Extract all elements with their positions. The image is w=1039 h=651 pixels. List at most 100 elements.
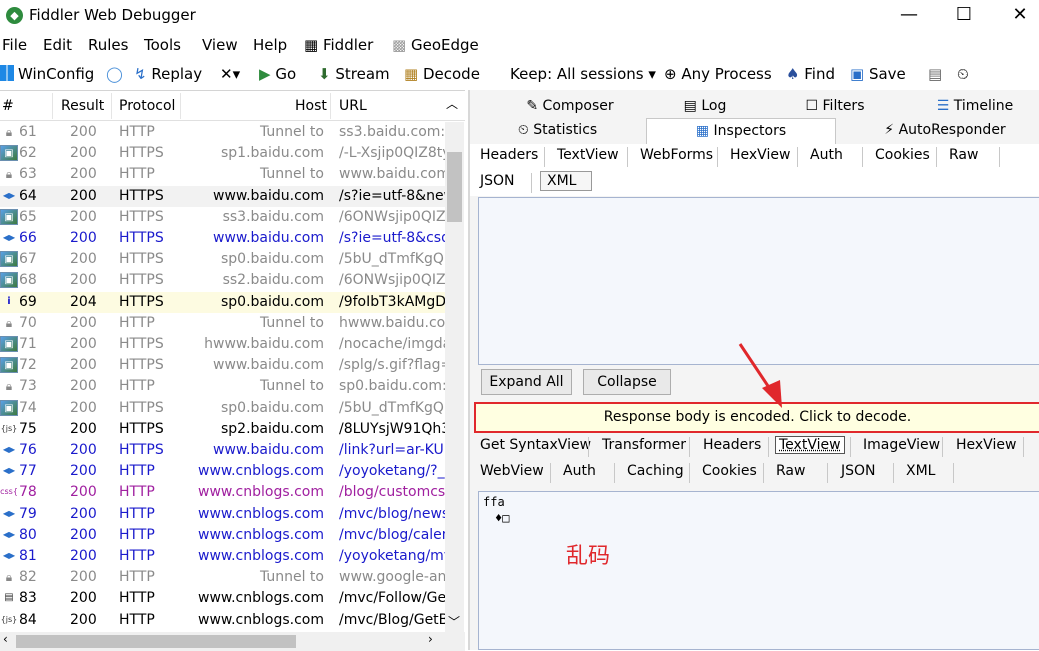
horizontal-scrollbar[interactable]: ‹ › bbox=[0, 632, 465, 651]
session-row[interactable]: 🔒︎ 61 200 HTTP Tunnel to ss3.baidu.com:443 bbox=[0, 122, 445, 143]
column-divider[interactable] bbox=[180, 93, 181, 119]
session-row[interactable]: ▤ 83 200 HTTP www.cnblogs.com/mvc/Follow/Get… bbox=[0, 588, 445, 609]
req-tab-cookies[interactable]: Cookies bbox=[875, 147, 930, 163]
session-row[interactable]: ▣67 200 HTTPS sp0.baidu.com/5bU_dTmfKgQFm2e… bbox=[0, 249, 445, 270]
resp-tab-imageview[interactable]: ImageView bbox=[863, 437, 940, 453]
vertical-scrollbar[interactable]: ﹀ bbox=[445, 122, 464, 632]
session-row[interactable]: 🔒︎ 63 200 HTTP Tunnel to www.baidu.com:443 bbox=[0, 164, 445, 185]
req-tab-json[interactable]: JSON bbox=[480, 173, 515, 189]
menu-fiddler[interactable]: ▦ Fiddler bbox=[304, 36, 373, 54]
req-tab-hexview[interactable]: HexView bbox=[730, 147, 790, 163]
session-row[interactable]: ▣ 72 200 HTTPS www.baidu.com/splg/s.gif?flag… bbox=[0, 355, 445, 376]
session-row[interactable]: ◀▶ 77 200 HTTP www.cnblogs.com/yoyoketang/?_… bbox=[0, 461, 445, 482]
arrows-icon: ◀▶ bbox=[2, 551, 16, 560]
scroll-down-icon[interactable]: ﹀ bbox=[448, 613, 460, 630]
tab-log[interactable]: ▤ Log bbox=[650, 94, 760, 118]
col-protocol-header[interactable]: Protocol bbox=[119, 98, 175, 114]
save-button[interactable]: ▣ Save bbox=[850, 65, 906, 83]
remove-button[interactable]: ✕▾ bbox=[220, 65, 240, 83]
any-process-button[interactable]: ⊕ Any Process bbox=[664, 65, 772, 83]
comment-icon[interactable]: ◯ bbox=[106, 65, 123, 83]
resp-tab-headers[interactable]: Headers bbox=[703, 437, 761, 453]
menu-edit[interactable]: Edit bbox=[43, 36, 72, 54]
resp-tab-webview[interactable]: WebView bbox=[480, 463, 544, 479]
menu-rules[interactable]: Rules bbox=[88, 36, 128, 54]
session-row[interactable]: ▣74 200 HTTPS sp0.baidu.com/5bU_dTmfKgQFm2e… bbox=[0, 398, 445, 419]
stream-button[interactable]: ⬇ Stream bbox=[318, 65, 390, 83]
session-row[interactable]: {js} 84 200 HTTP www.cnblogs.com/mvc/Blog/Ge… bbox=[0, 610, 445, 631]
resp-tab-auth[interactable]: Auth bbox=[563, 463, 596, 479]
session-row[interactable]: i 69 204 HTTPS sp0.baidu.com/9foIbT3kAMgDnd bbox=[0, 291, 445, 313]
col-number-header[interactable]: # bbox=[2, 98, 14, 114]
tab-autoresponder[interactable]: ⚡ AutoResponder bbox=[850, 118, 1039, 142]
close-button[interactable]: ✕ bbox=[1005, 4, 1035, 26]
session-row[interactable]: 🔒︎ 70 200 HTTP Tunnel to hwww.baidu.com:443 bbox=[0, 313, 445, 334]
keep-sessions-dropdown[interactable]: Keep: All sessions ▾ bbox=[510, 65, 656, 83]
menu-geoedge[interactable]: ▩ GeoEdge bbox=[392, 36, 479, 54]
resp-tab-transformer[interactable]: Transformer bbox=[602, 437, 686, 453]
session-row[interactable]: ▣65 200 HTTPS ss3.baidu.com/6ONWsjip0QIZ8ty… bbox=[0, 207, 445, 228]
menu-file[interactable]: File bbox=[2, 36, 27, 54]
session-row[interactable]: ▣62 200 HTTPS sp1.baidu.com /-L-Xsjip0QIZ8ty… bbox=[0, 143, 445, 164]
collapse-button[interactable]: Collapse bbox=[583, 369, 671, 395]
tab-timeline[interactable]: ☰ Timeline bbox=[910, 94, 1039, 118]
column-divider[interactable] bbox=[111, 93, 112, 119]
menu-view[interactable]: View bbox=[202, 36, 238, 54]
tab-statistics[interactable]: ⏲ Statistics bbox=[470, 118, 645, 142]
horizontal-scroll-thumb[interactable] bbox=[16, 635, 296, 648]
scroll-up-icon[interactable]: ︿ bbox=[446, 95, 458, 112]
resp-tab-json[interactable]: JSON bbox=[841, 463, 876, 479]
resp-tab-textview[interactable]: TextView bbox=[775, 436, 845, 454]
expand-all-button[interactable]: Expand All bbox=[481, 369, 572, 395]
session-row[interactable]: ◀▶ 80 200 HTTP www.cnblogs.com/mvc/blog/cale… bbox=[0, 525, 445, 546]
session-row[interactable]: {js}75 200 HTTPS sp2.baidu.com/8LUYsjW91Qh3… bbox=[0, 419, 445, 440]
screenshot-icon[interactable]: ▤ bbox=[928, 65, 942, 83]
resp-tab-caching[interactable]: Caching bbox=[627, 463, 684, 479]
resp-tab-get-syntaxview[interactable]: Get SyntaxView bbox=[480, 437, 591, 453]
scroll-right-icon[interactable]: › bbox=[428, 632, 433, 646]
find-label: Find bbox=[804, 65, 835, 83]
session-row[interactable]: ▣68 200 HTTPS ss2.baidu.com/6ONWsjip0QIZ8ty… bbox=[0, 270, 445, 291]
session-row[interactable]: 🔒︎ 73 200 HTTP Tunnel to sp0.baidu.com:443 bbox=[0, 376, 445, 397]
req-tab-xml[interactable]: XML bbox=[540, 171, 592, 191]
session-row[interactable]: 🔒︎ 82 200 HTTP Tunnel to www.google-ana bbox=[0, 567, 445, 588]
session-row[interactable]: ◀▶64 200 HTTPS www.baidu.com/s?ie=utf-8&new… bbox=[0, 185, 445, 207]
tab-filters[interactable]: ☐ Filters bbox=[770, 94, 900, 118]
session-row[interactable]: ◀▶79 200 HTTP www.cnblogs.com/mvc/blog/news… bbox=[0, 504, 445, 525]
maximize-button[interactable]: ☐ bbox=[949, 4, 979, 26]
response-textview[interactable]: ffa ♦□ bbox=[478, 491, 1039, 650]
req-tab-auth[interactable]: Auth bbox=[810, 147, 843, 163]
vertical-scroll-thumb[interactable] bbox=[447, 152, 462, 222]
req-tab-headers[interactable]: Headers bbox=[480, 147, 538, 163]
req-tab-textview[interactable]: TextView bbox=[557, 147, 619, 163]
session-row[interactable]: css{78 200 HTTP www.cnblogs.com/blog/custom… bbox=[0, 482, 445, 503]
resp-tab-xml[interactable]: XML bbox=[906, 463, 935, 479]
col-result-header[interactable]: Result bbox=[61, 98, 104, 114]
session-protocol: HTTP bbox=[119, 569, 155, 586]
session-row[interactable]: ◀▶66 200 HTTPS www.baidu.com/s?ie=utf-8&csq… bbox=[0, 228, 445, 249]
session-row[interactable]: ▣71 200 HTTPS hwww.baidu.com/nocache/imgdat… bbox=[0, 334, 445, 355]
menu-tools[interactable]: Tools bbox=[144, 36, 181, 54]
scroll-left-icon[interactable]: ‹ bbox=[3, 632, 8, 646]
session-row[interactable]: ◀▶81 200 HTTP www.cnblogs.com/yoyoketang/mv… bbox=[0, 546, 445, 567]
replay-button[interactable]: ↯ Replay bbox=[134, 65, 202, 83]
find-button[interactable]: ♠ Find bbox=[786, 65, 835, 83]
decode-button[interactable]: ▦ Decode bbox=[404, 65, 480, 83]
resp-tab-hexview[interactable]: HexView bbox=[956, 437, 1016, 453]
session-row[interactable]: ◀▶ 76 200 HTTPS www.baidu.com/link?url=ar-KU… bbox=[0, 440, 445, 461]
tab-composer[interactable]: ✎ Composer bbox=[500, 94, 640, 118]
timer-icon[interactable]: ⏲ bbox=[957, 65, 969, 83]
col-host-header[interactable]: Host bbox=[295, 98, 327, 114]
column-divider[interactable] bbox=[52, 93, 53, 119]
winconfig-button[interactable]: WinConfig bbox=[0, 65, 94, 83]
menu-help[interactable]: Help bbox=[253, 36, 287, 54]
req-tab-webforms[interactable]: WebForms bbox=[640, 147, 713, 163]
resp-tab-cookies[interactable]: Cookies bbox=[702, 463, 757, 479]
column-divider[interactable] bbox=[330, 93, 331, 119]
minimize-button[interactable]: — bbox=[894, 4, 924, 26]
tab-inspectors[interactable]: ▦ Inspectors bbox=[646, 118, 836, 144]
go-button[interactable]: ▶ Go bbox=[259, 65, 296, 83]
req-tab-raw[interactable]: Raw bbox=[949, 147, 978, 163]
resp-tab-raw[interactable]: Raw bbox=[776, 463, 805, 479]
col-url-header[interactable]: URL bbox=[339, 98, 367, 114]
